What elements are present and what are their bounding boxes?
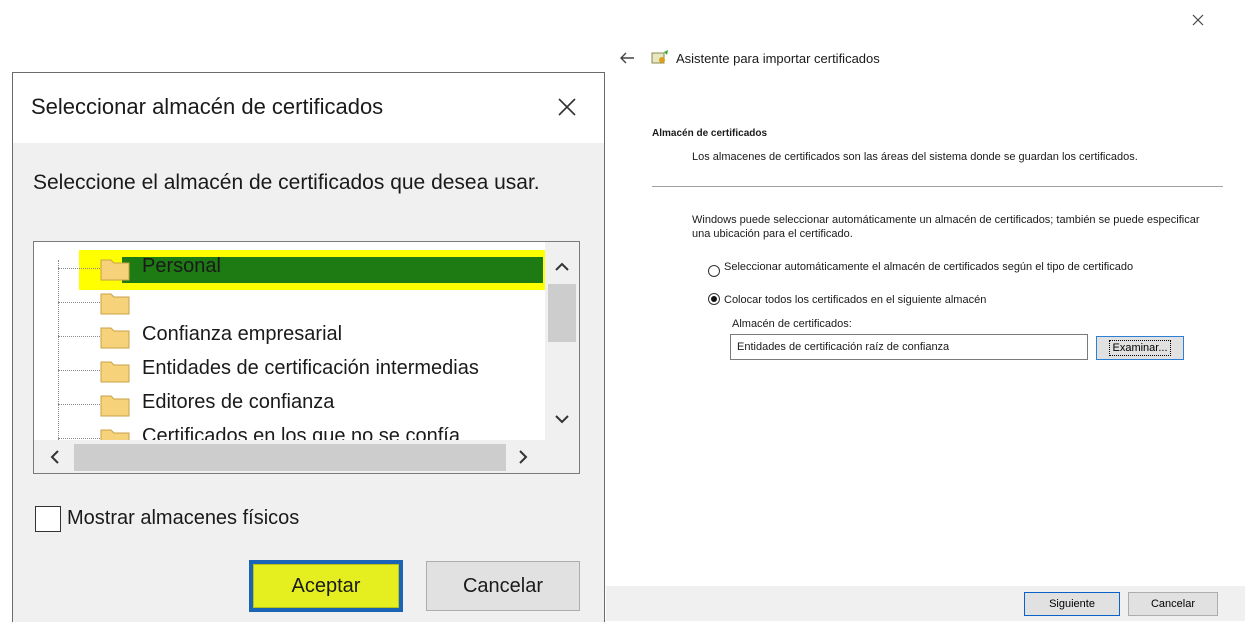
show-physical-stores-row[interactable]: Mostrar almacenes físicos <box>35 505 355 535</box>
cancel-button[interactable]: Cancelar <box>426 561 580 611</box>
tree-item-trusted-root[interactable]: Entidades de certificación raíz de confi… <box>50 288 560 318</box>
auto-select-store-label[interactable]: Seleccionar automáticamente el almacén d… <box>724 261 1144 274</box>
store-field[interactable]: Entidades de certificación raíz de confi… <box>730 334 1088 360</box>
section-description: Los almacenes de certificados son las ár… <box>692 151 1138 163</box>
place-in-store-radio[interactable] <box>708 293 720 305</box>
dialog-instruction: Seleccione el almacén de certificados qu… <box>33 171 540 194</box>
vertical-scroll-thumb[interactable] <box>548 284 576 342</box>
scroll-left-icon[interactable] <box>46 448 64 466</box>
show-physical-stores-checkbox[interactable] <box>35 506 61 532</box>
certificate-store-tree[interactable]: Personal Entidades de certificación raíz… <box>33 241 580 474</box>
back-arrow-icon[interactable] <box>618 50 636 66</box>
wizard-cancel-button[interactable]: Cancelar <box>1128 592 1218 616</box>
dialog-title: Seleccionar almacén de certificados <box>31 94 384 119</box>
tree-item-enterprise-trust[interactable]: Confianza empresarial <box>50 322 560 352</box>
next-button[interactable]: Siguiente <box>1024 592 1120 616</box>
ok-button[interactable]: Aceptar <box>253 564 399 608</box>
section-separator <box>652 186 1223 187</box>
import-wizard: Asistente para importar certificados Alm… <box>606 0 1245 621</box>
folder-icon <box>100 327 130 349</box>
select-store-dialog: Seleccionar almacén de certificados Sele… <box>12 72 605 622</box>
tree-item-label: Editores de confianza <box>142 391 335 413</box>
close-icon[interactable] <box>553 93 581 121</box>
scrollbar-corner <box>545 440 579 473</box>
horizontal-scroll-thumb[interactable] <box>74 444 506 471</box>
auto-select-store-radio[interactable] <box>708 265 720 277</box>
store-field-label: Almacén de certificados: <box>732 318 852 330</box>
wizard-body-text: Windows puede seleccionar automáticament… <box>692 214 1200 240</box>
tree-item-label: Personal <box>142 255 221 277</box>
tree-item-label: Confianza empresarial <box>142 323 343 345</box>
tree-item-label: Entidades de certificación raíz de confi… <box>142 289 528 311</box>
close-icon[interactable] <box>1190 12 1206 28</box>
folder-icon <box>100 361 130 383</box>
tree-item-trusted-publishers[interactable]: Editores de confianza <box>50 390 560 420</box>
show-physical-stores-label: Mostrar almacenes físicos <box>67 507 300 529</box>
folder-icon <box>100 259 130 281</box>
browse-button[interactable]: Examinar... <box>1096 336 1184 360</box>
scroll-up-icon[interactable] <box>553 258 571 276</box>
folder-icon <box>100 293 130 315</box>
scroll-right-icon[interactable] <box>514 448 532 466</box>
scroll-down-icon[interactable] <box>553 410 571 428</box>
tree-item-label: Entidades de certificación intermedias <box>142 357 479 379</box>
wizard-title: Asistente para importar certificados <box>676 51 880 66</box>
tree-item-personal[interactable]: Personal <box>50 254 560 284</box>
certificate-wizard-icon <box>651 50 668 64</box>
browse-button-label: Examinar... <box>1109 340 1171 356</box>
folder-icon <box>100 395 130 417</box>
section-title: Almacén de certificados <box>652 128 768 139</box>
place-in-store-label[interactable]: Colocar todos los certificados en el sig… <box>724 294 986 306</box>
tree-item-intermediate[interactable]: Entidades de certificación intermedias <box>50 356 560 386</box>
dialog-titlebar: Seleccionar almacén de certificados <box>13 73 604 143</box>
